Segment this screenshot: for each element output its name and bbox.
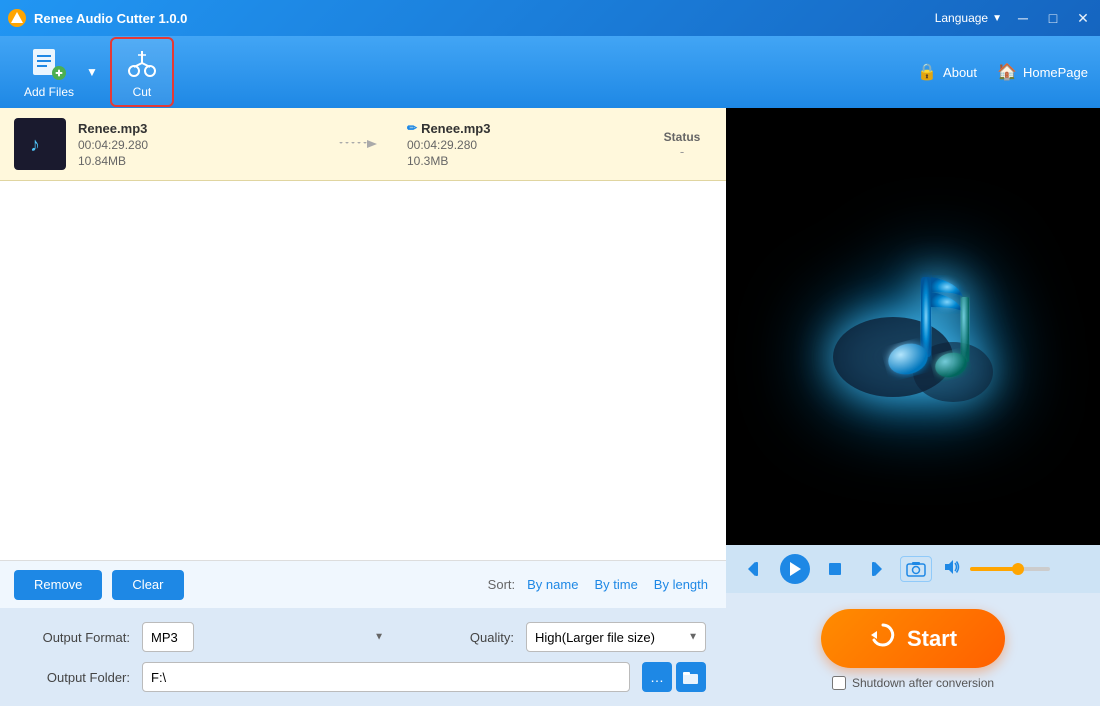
volume-icon: [942, 558, 960, 581]
cut-label: Cut: [133, 85, 152, 99]
volume-slider-thumb: [1012, 563, 1024, 575]
svg-text:♪: ♪: [30, 134, 40, 156]
edit-icon: ✏: [407, 121, 417, 135]
maximize-button[interactable]: □: [1044, 9, 1062, 27]
main-area: ♪ Renee.mp3 00:04:29.280 10.84MB: [0, 108, 1100, 706]
shutdown-checkbox[interactable]: [832, 676, 846, 690]
clear-button[interactable]: Clear: [112, 570, 183, 600]
add-files-label: Add Files: [24, 85, 74, 99]
output-options: Output Format: MP3 WAV AAC FLAC Quality:…: [0, 608, 726, 706]
folder-input[interactable]: [142, 662, 630, 692]
file-thumbnail: ♪: [14, 118, 66, 170]
file-duration: 00:04:29.280: [78, 138, 311, 152]
format-select[interactable]: MP3 WAV AAC FLAC: [142, 622, 194, 652]
cut-button[interactable]: Cut: [110, 37, 174, 107]
quality-select[interactable]: High(Larger file size) Medium Low: [526, 622, 706, 652]
file-status: Status -: [652, 130, 712, 159]
sort-by-time[interactable]: By time: [590, 575, 641, 594]
status-header: Status: [652, 130, 712, 144]
sort-area: Sort: By name By time By length: [488, 575, 712, 594]
start-button[interactable]: Start: [821, 609, 1005, 668]
format-select-wrapper: MP3 WAV AAC FLAC: [142, 622, 392, 652]
remove-button[interactable]: Remove: [14, 570, 102, 600]
file-list: ♪ Renee.mp3 00:04:29.280 10.84MB: [0, 108, 726, 560]
file-size: 10.84MB: [78, 154, 311, 168]
right-panel: Start Shutdown after conversion: [726, 108, 1100, 706]
output-file-name: ✏ Renee.mp3: [407, 121, 640, 136]
status-value: -: [652, 144, 712, 159]
next-track-button[interactable]: [860, 554, 890, 584]
language-label: Language: [935, 11, 988, 25]
toolbar-left: Add Files ▼ Cut: [12, 37, 174, 107]
minimize-button[interactable]: ─: [1014, 9, 1032, 27]
sort-by-length[interactable]: By length: [650, 575, 712, 594]
homepage-label: HomePage: [1023, 65, 1088, 80]
add-files-button[interactable]: Add Files: [12, 39, 86, 105]
start-label: Start: [907, 626, 957, 652]
add-files-dropdown-arrow[interactable]: ▼: [86, 65, 98, 79]
toolbar-right: 🔒 About 🏠 HomePage: [917, 62, 1088, 82]
table-row: ♪ Renee.mp3 00:04:29.280 10.84MB: [0, 108, 726, 181]
toolbar: Add Files ▼ Cut 🔒 About: [0, 36, 1100, 108]
output-folder-row: Output Folder: …: [20, 662, 706, 692]
play-button[interactable]: [780, 554, 810, 584]
start-area: Start Shutdown after conversion: [726, 593, 1100, 706]
screenshot-button[interactable]: [900, 556, 932, 582]
app-title: Renee Audio Cutter 1.0.0: [34, 11, 187, 26]
left-panel: ♪ Renee.mp3 00:04:29.280 10.84MB: [0, 108, 726, 706]
music-visualization: [726, 108, 1100, 545]
about-icon: 🔒: [917, 62, 937, 82]
folder-buttons: …: [642, 662, 706, 692]
app-logo: [8, 9, 26, 27]
language-selector[interactable]: Language ▼: [935, 11, 1002, 25]
folder-open-button[interactable]: [676, 662, 706, 692]
format-label: Output Format:: [20, 630, 130, 645]
player-controls: [726, 545, 1100, 593]
format-quality-row: Output Format: MP3 WAV AAC FLAC Quality:…: [20, 622, 706, 652]
folder-label: Output Folder:: [20, 670, 130, 685]
list-controls: Remove Clear Sort: By name By time By le…: [0, 560, 726, 608]
file-output-info: ✏ Renee.mp3 00:04:29.280 10.3MB: [407, 121, 640, 168]
prev-track-button[interactable]: [740, 554, 770, 584]
title-bar-left: Renee Audio Cutter 1.0.0: [8, 9, 187, 27]
file-info: Renee.mp3 00:04:29.280 10.84MB: [78, 121, 311, 168]
close-button[interactable]: ✕: [1074, 9, 1092, 27]
about-link[interactable]: 🔒 About: [917, 62, 977, 82]
title-bar: Renee Audio Cutter 1.0.0 Language ▼ ─ □ …: [0, 0, 1100, 36]
output-size: 10.3MB: [407, 154, 640, 168]
output-duration: 00:04:29.280: [407, 138, 640, 152]
stop-button[interactable]: [820, 554, 850, 584]
sort-by-name[interactable]: By name: [523, 575, 582, 594]
shutdown-row: Shutdown after conversion: [832, 676, 994, 690]
homepage-link[interactable]: 🏠 HomePage: [997, 62, 1088, 82]
volume-slider[interactable]: [970, 567, 1050, 571]
folder-browse-button[interactable]: …: [642, 662, 672, 692]
sort-label: Sort:: [488, 577, 515, 592]
language-dropdown-icon: ▼: [992, 13, 1002, 24]
start-icon: [869, 621, 897, 656]
home-icon: 🏠: [997, 62, 1017, 82]
arrow-icon: [323, 134, 395, 154]
cut-icon: [124, 45, 160, 81]
preview-area: [726, 108, 1100, 545]
about-label: About: [943, 65, 977, 80]
volume-slider-area[interactable]: [970, 567, 1086, 571]
quality-label: Quality:: [404, 630, 514, 645]
quality-select-wrapper: High(Larger file size) Medium Low: [526, 622, 706, 652]
file-name: Renee.mp3: [78, 121, 311, 136]
music-note-svg: [813, 227, 1013, 427]
add-files-icon: [31, 45, 67, 81]
title-bar-right: Language ▼ ─ □ ✕: [935, 9, 1092, 27]
shutdown-label: Shutdown after conversion: [852, 676, 994, 690]
